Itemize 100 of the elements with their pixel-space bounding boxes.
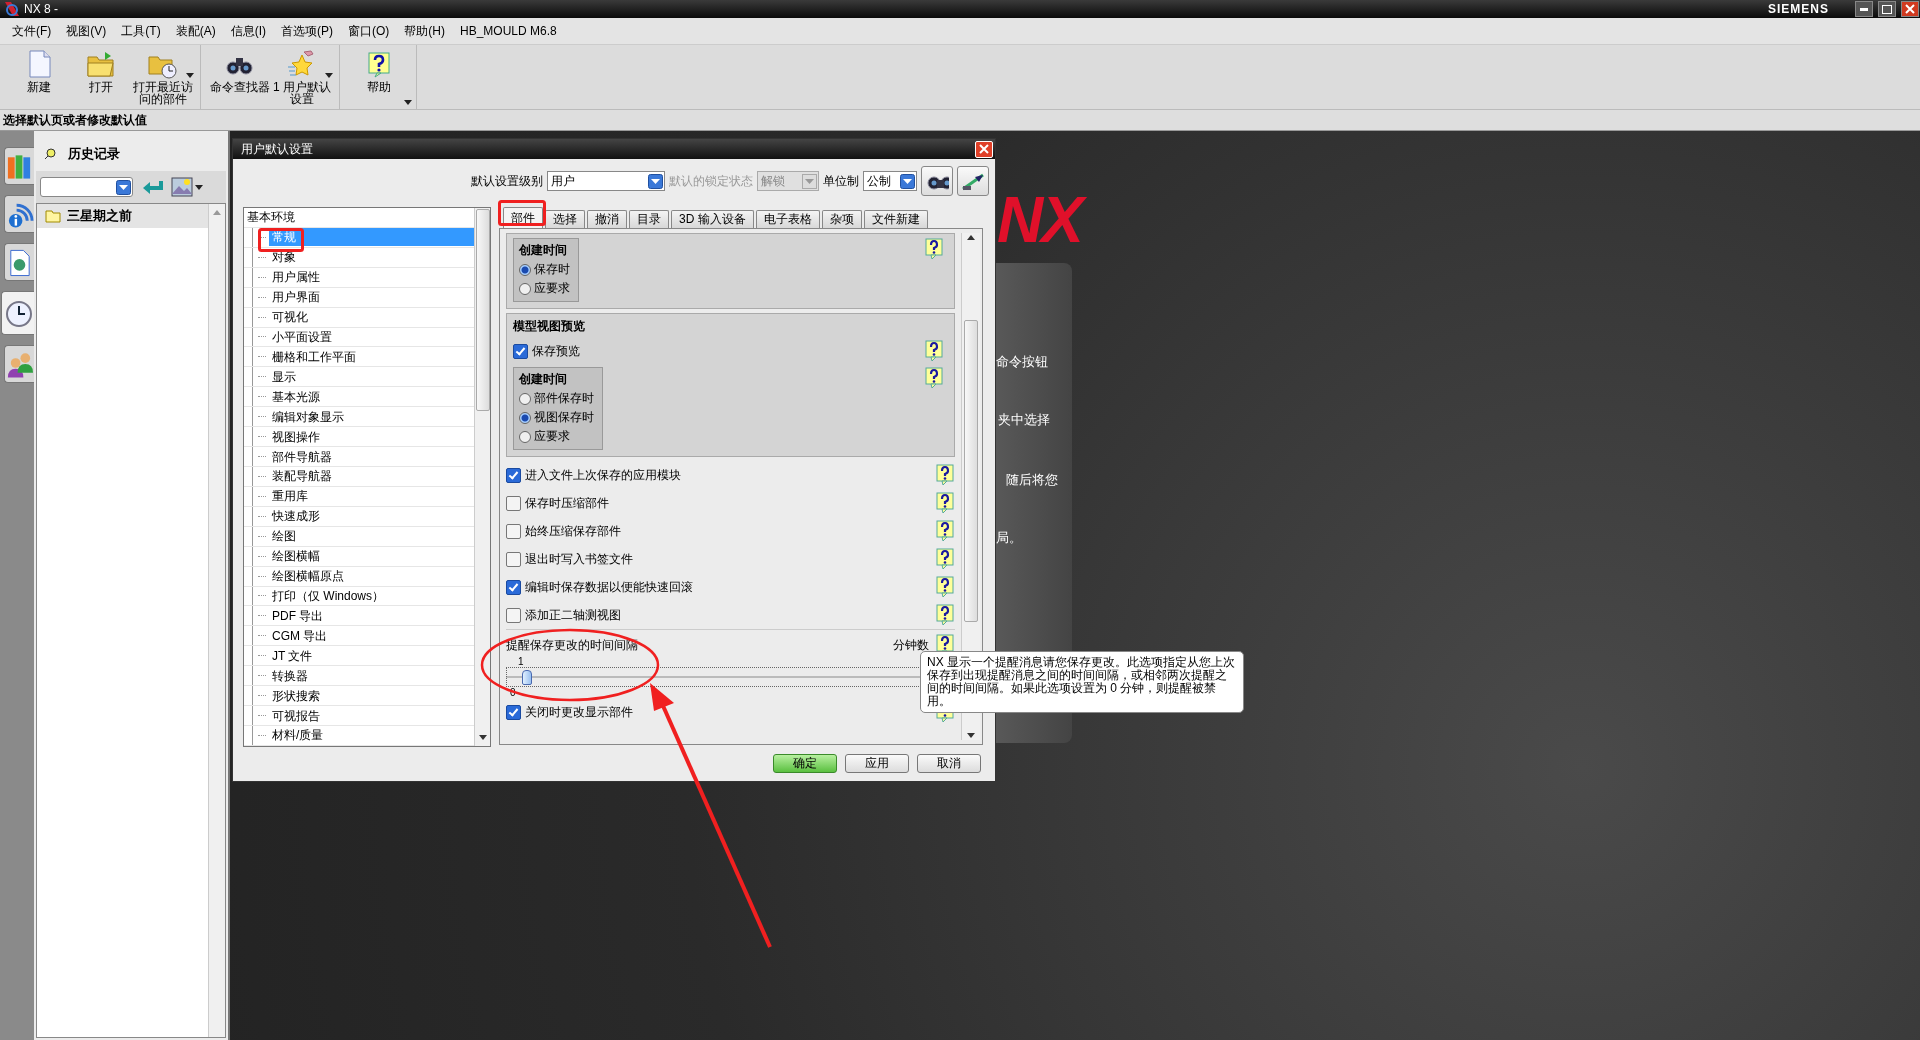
radio-button[interactable]: 保存时 xyxy=(519,261,570,278)
tree-item[interactable]: 快速成形 xyxy=(269,507,474,526)
tree-item[interactable]: 栅格和工作平面 xyxy=(269,347,474,366)
tab[interactable]: 文件新建 xyxy=(863,210,928,228)
tree-item[interactable]: 材料/质量 xyxy=(269,726,474,745)
app-logo-icon xyxy=(4,1,20,17)
tree-item[interactable]: 显示 xyxy=(269,367,474,386)
menu-item[interactable]: HB_MOULD M6.8 xyxy=(460,24,557,38)
tree-item[interactable]: 对象 xyxy=(269,248,474,267)
checkbox[interactable]: 进入文件上次保存的应用模块 xyxy=(506,466,681,484)
view-style-button[interactable] xyxy=(171,177,203,197)
history-group[interactable]: 三星期之前 xyxy=(37,204,208,228)
radio-button[interactable]: 应要求 xyxy=(519,428,594,445)
tree-item[interactable]: 形状搜索 xyxy=(269,686,474,705)
dialog-button[interactable]: 应用 xyxy=(845,753,909,773)
field-label: 单位制 xyxy=(823,172,859,190)
tree-item[interactable]: 转换器 xyxy=(269,666,474,685)
tab[interactable]: 目录 xyxy=(629,210,669,228)
tree-item[interactable]: 基本环境 xyxy=(244,208,474,228)
filter-dropdown[interactable] xyxy=(40,177,133,197)
find-button[interactable] xyxy=(921,166,953,196)
checkbox[interactable]: 编辑时保存数据以便能快速回滚 xyxy=(506,578,693,596)
tree-item[interactable]: 绘图横幅 xyxy=(269,547,474,566)
caret-icon xyxy=(195,184,203,190)
side-tab[interactable] xyxy=(4,345,34,383)
checkbox[interactable]: 关闭时更改显示部件 xyxy=(506,703,633,721)
dialog-button[interactable]: 取消 xyxy=(917,753,981,773)
help-icon xyxy=(935,520,955,542)
tree-item[interactable]: 基本光源 xyxy=(269,387,474,406)
tab[interactable]: 选择 xyxy=(545,210,585,228)
tree-item[interactable]: 视图操作 xyxy=(269,427,474,446)
tree-item[interactable]: 用户属性 xyxy=(269,268,474,287)
help-icon xyxy=(924,340,944,362)
slider-thumb[interactable] xyxy=(521,670,532,685)
panel-title: 历史记录 xyxy=(68,145,120,163)
radio-button[interactable]: 部件保存时 xyxy=(519,390,594,407)
menu-item[interactable]: 视图(V) xyxy=(66,22,107,40)
dialog-button[interactable]: 确定 xyxy=(773,753,837,773)
field-label: 默认的锁定状态 xyxy=(669,172,753,190)
field-label: 默认设置级别 xyxy=(471,172,543,190)
minimize-button[interactable] xyxy=(1855,1,1873,17)
radio-button[interactable]: 应要求 xyxy=(519,280,570,297)
menu-item[interactable]: 工具(T) xyxy=(121,22,161,40)
restore-button[interactable] xyxy=(1878,1,1896,17)
side-tab[interactable] xyxy=(4,243,34,281)
tree-item[interactable]: 可视报告 xyxy=(269,706,474,725)
back-arrow-icon xyxy=(141,178,163,196)
menu-item[interactable]: 文件(F) xyxy=(12,22,52,40)
toolbar-button[interactable]: 新建 xyxy=(8,47,70,107)
menu-item[interactable]: 装配(A) xyxy=(175,22,216,40)
scroll-thumb[interactable] xyxy=(475,209,490,411)
help-icon xyxy=(935,548,955,570)
checkbox[interactable]: 添加正二轴测视图 xyxy=(506,606,621,624)
toolbar-button[interactable]: 打开最近访问的部件 xyxy=(132,47,194,107)
pin-icon xyxy=(44,148,56,160)
tree-item[interactable]: 用户界面 xyxy=(269,288,474,307)
tree-item[interactable]: 绘图横幅原点 xyxy=(269,567,474,586)
tree-item[interactable]: CGM 导出 xyxy=(269,626,474,645)
toolbar-button[interactable]: 命令查找器 xyxy=(209,47,271,107)
tab[interactable]: 3D 输入设备 xyxy=(671,210,754,228)
scrollbar[interactable] xyxy=(208,204,225,1037)
scroll-thumb[interactable] xyxy=(964,320,978,622)
import-button[interactable] xyxy=(957,166,989,196)
close-button[interactable] xyxy=(1901,1,1919,17)
tree-item[interactable]: 装配导航器 xyxy=(269,467,474,486)
radio-button[interactable]: 视图保存时 xyxy=(519,409,594,426)
side-tab[interactable] xyxy=(4,195,34,233)
toolbar-button[interactable]: 1 用户默认设置 xyxy=(271,47,333,107)
checkbox[interactable]: 退出时写入书签文件 xyxy=(506,550,633,568)
caret-icon xyxy=(404,100,412,105)
checkbox[interactable]: 始终压缩保存部件 xyxy=(506,522,621,540)
section-heading: 模型视图预览 xyxy=(513,318,586,335)
tree-item[interactable]: 可视化 xyxy=(269,308,474,327)
menu-item[interactable]: 信息(I) xyxy=(230,22,266,40)
unit-dropdown[interactable]: 公制 xyxy=(863,171,917,191)
menu-item[interactable]: 首选项(P) xyxy=(281,22,333,40)
side-tab[interactable] xyxy=(1,291,34,335)
tree-item[interactable]: 绘图 xyxy=(269,527,474,546)
window-title: NX 8 - xyxy=(24,2,58,16)
checkbox[interactable]: 保存时压缩部件 xyxy=(506,494,609,512)
tree-item[interactable]: 小平面设置 xyxy=(269,328,474,346)
tree-item[interactable]: 打印（仅 Windows） xyxy=(269,586,474,605)
tree-item[interactable]: 重用库 xyxy=(269,487,474,506)
menu-item[interactable]: 帮助(H) xyxy=(404,22,445,40)
toolbar-button[interactable]: 帮助 xyxy=(348,47,410,107)
tab[interactable]: 杂项 xyxy=(821,210,862,228)
menu-item[interactable]: 窗口(O) xyxy=(348,22,390,40)
toolbar-button[interactable]: 打开 xyxy=(70,47,132,107)
scrollbar[interactable] xyxy=(474,208,490,746)
tree-item[interactable]: JT 文件 xyxy=(269,646,474,665)
tab[interactable]: 电子表格 xyxy=(755,210,820,228)
tree-item[interactable]: 部件导航器 xyxy=(269,447,474,466)
tree-item[interactable]: PDF 导出 xyxy=(269,606,474,625)
checkbox[interactable]: 保存预览 xyxy=(513,342,580,360)
tab[interactable]: 撤消 xyxy=(587,210,627,228)
side-tab[interactable] xyxy=(4,147,34,185)
tree-item[interactable]: 编辑对象显示 xyxy=(269,407,474,426)
level-dropdown[interactable]: 用户 xyxy=(547,171,665,191)
picture-icon xyxy=(171,177,193,197)
highlight-rectangle xyxy=(258,228,304,252)
